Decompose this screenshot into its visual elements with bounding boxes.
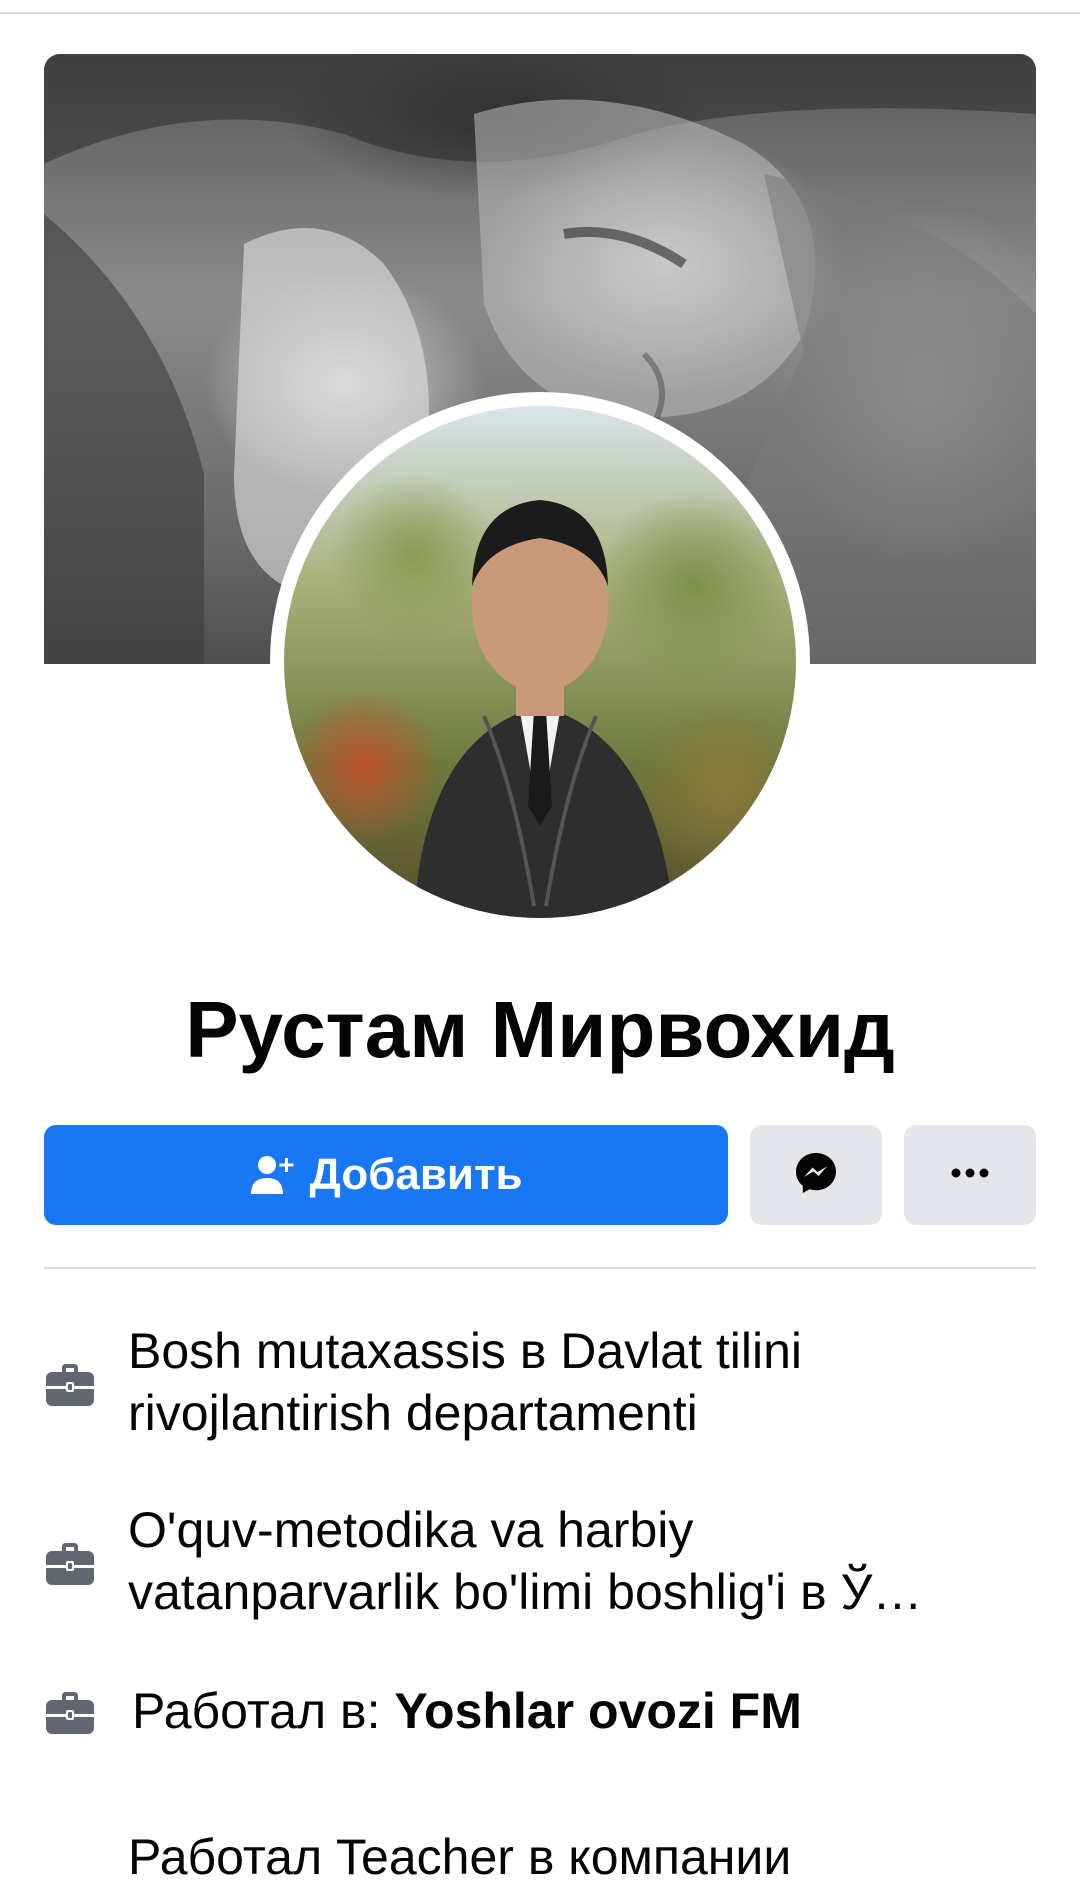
add-friend-icon: [249, 1152, 295, 1198]
work-item: Работал Teacher в компании: [44, 1826, 1036, 1888]
section-divider: [44, 1267, 1036, 1269]
work-item-text: Работал Teacher в компании: [128, 1829, 792, 1885]
profile-picture[interactable]: [284, 406, 796, 918]
more-horizontal-icon: [950, 1166, 990, 1184]
messenger-icon: [793, 1150, 839, 1201]
work-item-text: Работал в: Yoshlar ovozi FM: [132, 1680, 1012, 1742]
work-item: Работал в: Yoshlar ovozi FM: [44, 1680, 1036, 1750]
top-divider: [0, 0, 1080, 14]
briefcase-icon: [44, 1362, 96, 1410]
work-item: Bosh mutaxassis в Davlat tilini rivojlan…: [44, 1320, 1036, 1450]
profile-actions: Добавить: [44, 1125, 1036, 1225]
profile-picture-image: [414, 500, 674, 918]
add-friend-button[interactable]: Добавить: [44, 1125, 728, 1225]
work-item-company-link[interactable]: Yoshlar ovozi FM: [394, 1683, 801, 1739]
work-item-prefix: Работал в:: [132, 1683, 395, 1739]
work-item-text: Bosh mutaxassis в Davlat tilini rivojlan…: [128, 1323, 803, 1441]
work-item-text: O'quv-metodika va harbiy vatanparvarlik …: [128, 1502, 923, 1620]
profile-name: Рустам Мирвохид: [185, 985, 895, 1074]
add-friend-label: Добавить: [309, 1150, 523, 1199]
messenger-button[interactable]: [750, 1125, 882, 1225]
more-button[interactable]: [904, 1125, 1036, 1225]
briefcase-icon: [44, 1690, 96, 1738]
briefcase-icon: [44, 1541, 96, 1589]
work-item: O'quv-metodika va harbiy vatanparvarlik …: [44, 1499, 1036, 1629]
